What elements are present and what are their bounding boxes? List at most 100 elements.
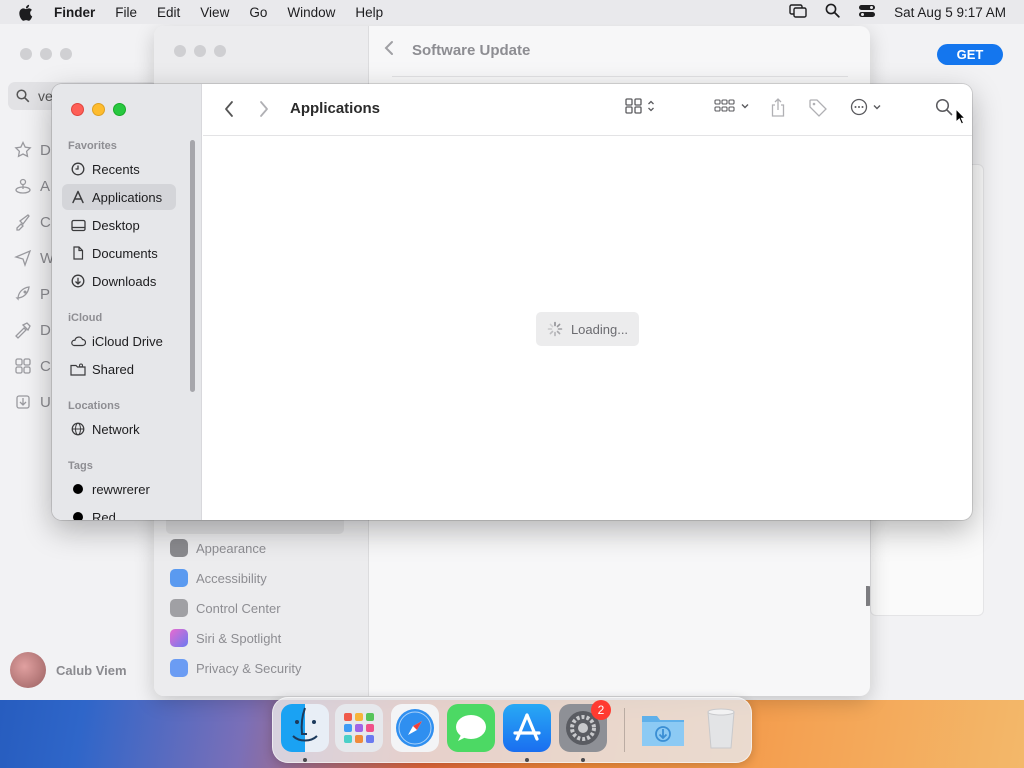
menu-help[interactable]: Help [355,5,383,20]
search-icon [16,89,30,103]
app-store-window-controls [20,48,72,60]
settings-item-accessibility[interactable]: Accessibility [170,569,267,587]
sidebar-scrollbar[interactable] [190,140,195,392]
dock-app-store-icon[interactable] [503,704,551,752]
close-button[interactable] [71,103,84,116]
menu-edit[interactable]: Edit [157,5,180,20]
get-button[interactable]: GET [937,44,1003,65]
sidebar-item-applications[interactable]: Applications [62,184,176,210]
control-center-icon[interactable] [858,4,876,21]
dock-messages-icon[interactable] [447,704,495,752]
app-store-search-value: ve [38,88,53,104]
tag-dot-icon [70,481,86,497]
settings-item-appearance[interactable]: Appearance [170,539,266,557]
section-favorites: Favorites [68,140,117,152]
siri-icon [170,629,188,647]
tag-icon [809,99,827,117]
running-indicator [303,758,307,762]
updates-icon [16,395,30,409]
spotlight-search-icon[interactable] [825,3,840,21]
forward-button[interactable] [258,100,270,121]
loading-text: Loading... [570,321,629,337]
app-store-account[interactable]: Calub Viem [10,652,127,688]
app-store-sidebar-item[interactable]: D [14,132,54,168]
section-icloud: iCloud [68,312,103,324]
hammer-icon [15,322,31,339]
app-store-sidebar-item[interactable]: W [14,240,54,276]
app-store-sidebar-item[interactable]: D [14,312,54,348]
brush-icon [16,214,30,231]
app-store-sidebar-item[interactable]: A [14,168,54,204]
sidebar-item-icloud-drive[interactable]: iCloud Drive [62,328,176,354]
menu-file[interactable]: File [115,5,137,20]
sidebar-item-shared[interactable]: Shared [62,356,176,382]
window-title: Applications [290,100,381,117]
app-store-sidebar-item[interactable]: C [14,204,54,240]
sidebar-item-recents[interactable]: Recents [62,156,176,182]
notification-badge: 2 [591,700,611,720]
sidebar-item-desktop[interactable]: Desktop [62,212,176,238]
desktop-icon [70,217,86,233]
spinner-icon [547,321,563,337]
paperplane-icon [14,249,32,267]
app-store-sidebar-item[interactable]: P [14,276,54,312]
menu-window[interactable]: Window [287,5,335,20]
chevron-down-icon [873,105,881,110]
share-button[interactable] [770,98,786,118]
view-mode-button[interactable] [625,98,655,114]
zoom-button[interactable] [113,103,126,116]
apple-menu-icon[interactable] [18,4,38,21]
avatar [10,652,46,688]
sidebar-item-label: Network [92,421,140,437]
sidebar-item-downloads[interactable]: Downloads [62,268,176,294]
applications-icon [70,189,86,205]
updown-chevron-icon [648,100,654,112]
sidebar-item-label: Red [92,509,116,521]
rocket-icon [15,286,30,301]
accessibility-icon [170,569,188,587]
sidebar-item-documents[interactable]: Documents [62,240,176,266]
group-grid-icon [714,99,735,112]
sidebar-item-label: Downloads [92,273,157,289]
toggle-knob [866,586,870,606]
menu-clock[interactable]: Sat Aug 5 9:17 AM [894,5,1006,20]
tag-button[interactable] [808,98,828,118]
menu-app-name[interactable]: Finder [54,5,95,20]
dock-trash-icon[interactable] [697,704,745,752]
menu-view[interactable]: View [200,5,229,20]
dock-downloads-folder-icon[interactable] [639,704,687,752]
sidebar-tag-rewwrerer[interactable]: rewwrerer [62,476,176,502]
star-icon [14,141,32,158]
settings-item-siri[interactable]: Siri & Spotlight [170,629,281,647]
screen-mirroring-icon[interactable] [789,3,807,21]
settings-item-privacy[interactable]: Privacy & Security [170,659,301,677]
app-store-sidebar-item[interactable]: C [14,348,54,384]
group-button[interactable] [714,98,750,114]
finder-window: Favorites Recents Applications Desktop D… [52,84,972,520]
menu-go[interactable]: Go [249,5,267,20]
sidebar-item-label: Documents [92,245,158,261]
dock-launchpad-icon[interactable] [335,704,383,752]
download-icon [70,273,86,289]
sidebar-item-network[interactable]: Network [62,416,176,442]
back-chevron-icon[interactable] [384,40,394,60]
section-tags: Tags [68,460,93,472]
dock-separator [624,708,625,752]
search-button[interactable] [935,98,953,116]
share-icon [771,98,785,117]
search-icon [935,98,953,116]
settings-item-control-center[interactable]: Control Center [170,599,281,617]
sidebar-tag-red[interactable]: Red [62,504,176,520]
menu-bar: Finder File Edit View Go Window Help Sat… [0,0,1024,24]
minimize-button[interactable] [92,103,105,116]
back-button[interactable] [223,100,235,121]
app-store-sidebar-item[interactable]: U [14,384,54,420]
finder-sidebar: Favorites Recents Applications Desktop D… [52,84,202,520]
dock-safari-icon[interactable] [391,704,439,752]
settings-window-controls [174,45,226,57]
running-indicator [581,758,585,762]
dock-finder-icon[interactable] [281,704,329,752]
more-actions-button[interactable] [850,98,882,116]
dock: 2 [272,697,752,763]
divider [392,76,848,77]
